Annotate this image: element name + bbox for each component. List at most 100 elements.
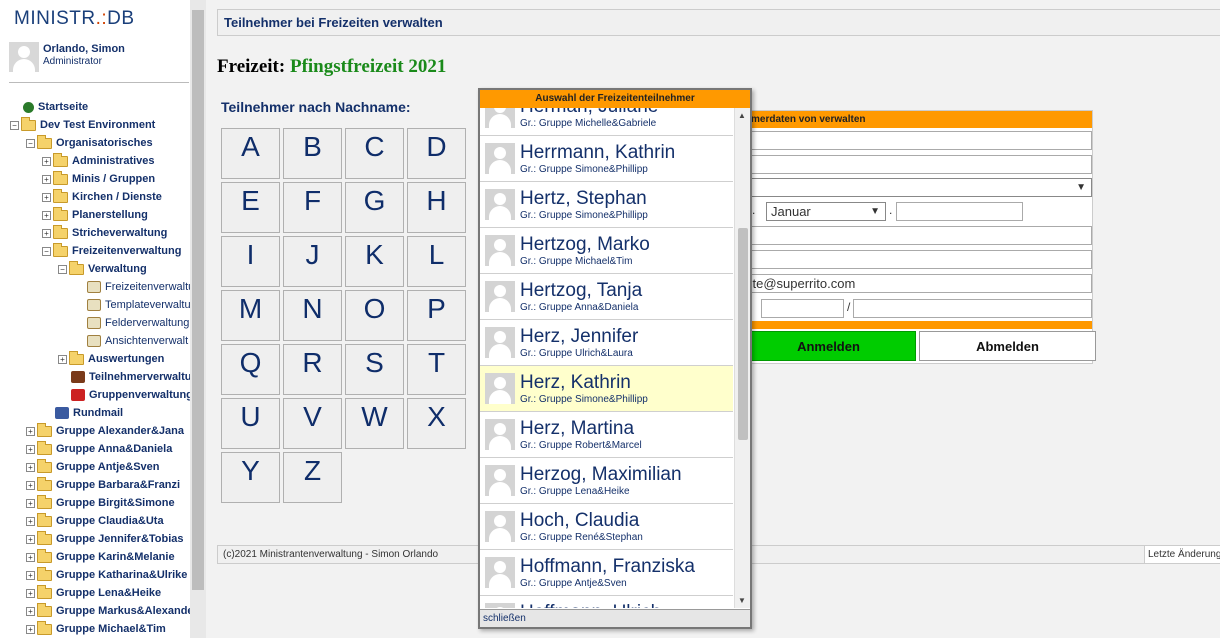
tree-item[interactable]: + Gruppe Karin&Melanie: [26, 548, 175, 566]
letter-button[interactable]: F: [283, 182, 342, 233]
participant-item[interactable]: Hertzog, Tanja Gr.: Gruppe Anna&Daniela: [480, 274, 733, 320]
tree-item[interactable]: + Gruppe Jennifer&Tobias: [26, 530, 184, 548]
letter-button[interactable]: R: [283, 344, 342, 395]
expand-icon[interactable]: +: [26, 480, 35, 490]
expand-icon[interactable]: +: [26, 498, 35, 508]
scroll-up-icon[interactable]: ▲: [738, 111, 746, 120]
sidebar-scrollbar[interactable]: [190, 0, 206, 638]
letter-button[interactable]: B: [283, 128, 342, 179]
tree-item[interactable]: Gruppenverwaltung: [58, 386, 190, 404]
letter-button[interactable]: P: [407, 290, 466, 341]
letter-button[interactable]: Q: [221, 344, 280, 395]
scroll-down-icon[interactable]: ▼: [738, 596, 746, 605]
letter-button[interactable]: D: [407, 128, 466, 179]
letter-button[interactable]: H: [407, 182, 466, 233]
expand-icon[interactable]: +: [26, 426, 35, 436]
letter-button[interactable]: K: [345, 236, 404, 287]
tree-item[interactable]: + Kirchen / Dienste: [42, 188, 162, 206]
tree-item[interactable]: + Gruppe Claudia&Uta: [26, 512, 164, 530]
tree-item[interactable]: − Organisatorisches: [26, 134, 153, 152]
participant-item[interactable]: Herz, Martina Gr.: Gruppe Robert&Marcel: [480, 412, 733, 458]
email-field[interactable]: ste@superrito.com: [741, 274, 1092, 293]
expand-icon[interactable]: +: [26, 462, 35, 472]
expand-icon[interactable]: +: [42, 156, 51, 166]
tree-item[interactable]: + Gruppe Antje&Sven: [26, 458, 160, 476]
letter-button[interactable]: E: [221, 182, 280, 233]
expand-icon[interactable]: +: [26, 588, 35, 598]
participant-item[interactable]: Hoffmann, Franziska Gr.: Gruppe Antje&Sve…: [480, 550, 733, 596]
expand-icon[interactable]: +: [42, 192, 51, 202]
tree-item[interactable]: Rundmail: [42, 404, 123, 422]
tree-item[interactable]: − Freizeitenverwaltung: [42, 242, 181, 260]
expand-icon[interactable]: +: [42, 174, 51, 184]
anmelden-button[interactable]: Anmelden: [741, 331, 916, 361]
collapse-icon[interactable]: −: [58, 264, 67, 274]
participant-item[interactable]: Herrmann, Kathrin Gr.: Gruppe Simone&Phil…: [480, 136, 733, 182]
form-select-1[interactable]: ▼: [741, 178, 1092, 197]
tree-item[interactable]: + Gruppe Katharina&Ulrike: [26, 566, 187, 584]
tree-item[interactable]: + Minis / Gruppen: [42, 170, 155, 188]
expand-icon[interactable]: +: [26, 534, 35, 544]
form-field-2[interactable]: [741, 155, 1092, 174]
expand-icon[interactable]: +: [26, 570, 35, 580]
letter-button[interactable]: X: [407, 398, 466, 449]
tree-item[interactable]: − Verwaltung: [58, 260, 147, 278]
expand-icon[interactable]: +: [26, 444, 35, 454]
letter-button[interactable]: M: [221, 290, 280, 341]
letter-button[interactable]: O: [345, 290, 404, 341]
participant-item[interactable]: Hertzog, Marko Gr.: Gruppe Michael&Tim: [480, 228, 733, 274]
tree-item[interactable]: − Dev Test Environment: [10, 116, 155, 134]
participant-item[interactable]: Herz, Kathrin Gr.: Gruppe Simone&Phillipp: [480, 366, 733, 412]
form-field-6[interactable]: [853, 299, 1092, 318]
letter-button[interactable]: T: [407, 344, 466, 395]
tree-item[interactable]: Startseite: [10, 98, 88, 116]
participant-item[interactable]: Herz, Jennifer Gr.: Gruppe Ulrich&Laura: [480, 320, 733, 366]
close-popup-button[interactable]: schließen: [480, 609, 750, 627]
expand-icon[interactable]: +: [26, 606, 35, 616]
letter-button[interactable]: L: [407, 236, 466, 287]
tree-item[interactable]: Felderverwaltung: [74, 314, 189, 332]
letter-button[interactable]: W: [345, 398, 404, 449]
form-field-4[interactable]: [741, 250, 1092, 269]
expand-icon[interactable]: +: [26, 624, 35, 634]
tree-item[interactable]: Freizeitenverwaltu: [74, 278, 190, 296]
tree-item[interactable]: + Gruppe Birgit&Simone: [26, 494, 175, 512]
form-field-3[interactable]: [741, 226, 1092, 245]
letter-button[interactable]: A: [221, 128, 280, 179]
tree-item[interactable]: + Gruppe Alexander&Jana: [26, 422, 184, 440]
tree-item[interactable]: + Gruppe Markus&Alexander: [26, 602, 190, 620]
year-field[interactable]: [896, 202, 1023, 221]
form-field-1[interactable]: [741, 131, 1092, 150]
tree-item[interactable]: + Gruppe Anna&Daniela: [26, 440, 172, 458]
letter-button[interactable]: Z: [283, 452, 342, 503]
collapse-icon[interactable]: −: [42, 246, 51, 256]
form-field-5[interactable]: [761, 299, 844, 318]
abmelden-button[interactable]: Abmelden: [919, 331, 1096, 361]
tree-item[interactable]: + Auswertungen: [58, 350, 164, 368]
collapse-icon[interactable]: −: [26, 138, 35, 148]
letter-button[interactable]: I: [221, 236, 280, 287]
tree-item[interactable]: Teilnehmerverwaltung: [58, 368, 190, 386]
expand-icon[interactable]: +: [42, 228, 51, 238]
collapse-icon[interactable]: −: [10, 120, 19, 130]
letter-button[interactable]: V: [283, 398, 342, 449]
app-logo[interactable]: MINISTR.:DB: [14, 8, 135, 30]
participant-item[interactable]: Herzog, Maximilian Gr.: Gruppe Lena&Heike: [480, 458, 733, 504]
popup-scrollbar[interactable]: ▲ ▼: [734, 108, 750, 608]
tree-item[interactable]: Ansichtenverwalt: [74, 332, 188, 350]
expand-icon[interactable]: +: [42, 210, 51, 220]
tree-item[interactable]: Templateverwaltu: [74, 296, 190, 314]
tree-item[interactable]: + Gruppe Lena&Heike: [26, 584, 161, 602]
popup-scroll-thumb[interactable]: [738, 228, 748, 440]
expand-icon[interactable]: +: [26, 552, 35, 562]
tree-item[interactable]: + Gruppe Michael&Tim: [26, 620, 166, 638]
letter-button[interactable]: Y: [221, 452, 280, 503]
letter-button[interactable]: N: [283, 290, 342, 341]
month-select[interactable]: Januar ▼: [766, 202, 886, 221]
participant-item[interactable]: Herman, JulianeGr.: Gruppe Michelle&Gabr…: [480, 108, 733, 136]
participant-item[interactable]: Hertz, Stephan Gr.: Gruppe Simone&Phillip…: [480, 182, 733, 228]
tree-item[interactable]: + Planerstellung: [42, 206, 148, 224]
tree-item[interactable]: + Stricheverwaltung: [42, 224, 167, 242]
letter-button[interactable]: G: [345, 182, 404, 233]
letter-button[interactable]: C: [345, 128, 404, 179]
